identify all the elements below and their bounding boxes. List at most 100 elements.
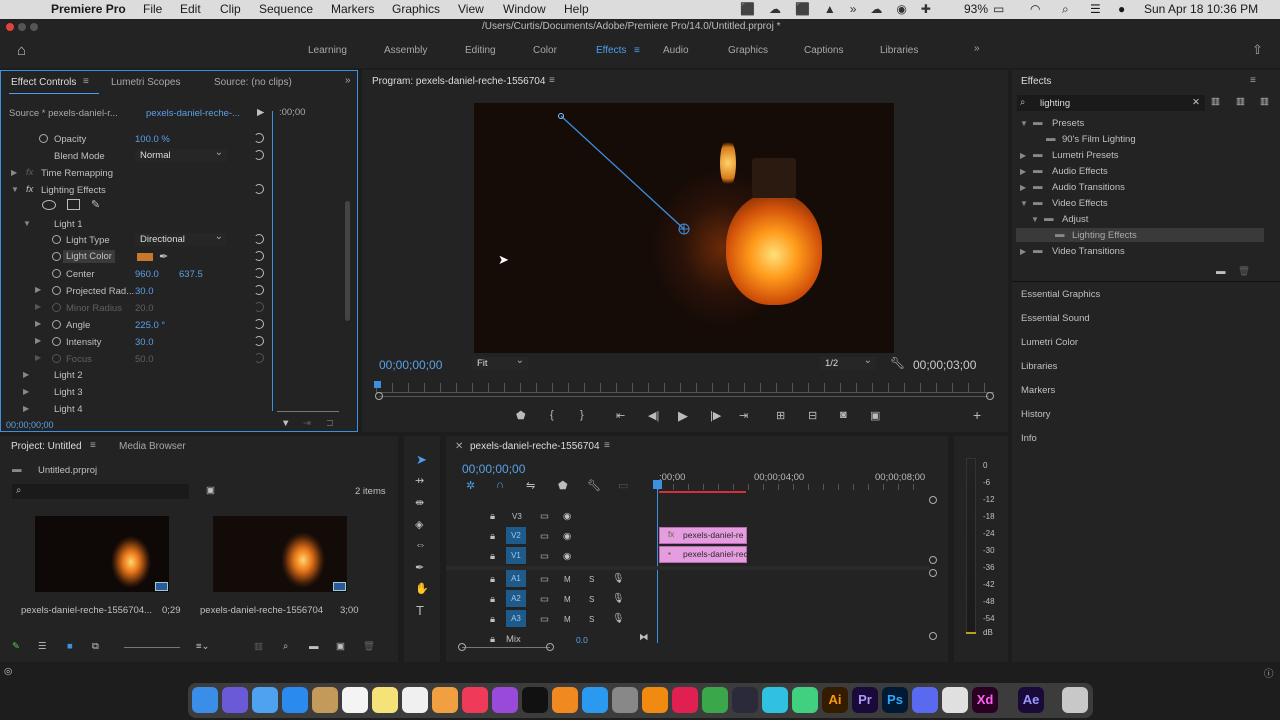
project-search-box[interactable]: ⌕ xyxy=(12,484,189,499)
export-frame-icon[interactable]: ◙ xyxy=(840,409,847,421)
solo-button[interactable]: S xyxy=(589,615,594,624)
app-icon[interactable] xyxy=(762,687,788,713)
panel-lumetri-color[interactable]: Lumetri Color xyxy=(1021,337,1078,348)
effects-title[interactable]: Effects xyxy=(1021,76,1051,87)
premiere-pro-icon[interactable]: Pr xyxy=(852,687,878,713)
panel-menu-icon[interactable]: ≡ xyxy=(604,440,610,451)
expand-arrow-icon[interactable]: ▶ xyxy=(23,370,29,379)
tv-icon[interactable] xyxy=(522,687,548,713)
panel-info[interactable]: Info xyxy=(1021,433,1037,444)
panel-menu-icon[interactable]: ≡ xyxy=(1250,75,1256,86)
scrollbar[interactable] xyxy=(345,201,350,321)
step-back-icon[interactable]: ◀| xyxy=(648,409,659,422)
tab-project[interactable]: Project: Untitled xyxy=(11,441,82,452)
expand-arrow-icon[interactable]: ▶ xyxy=(35,336,41,345)
info-icon[interactable]: ⓘ xyxy=(1264,666,1274,680)
light-type-dropdown[interactable]: Directional xyxy=(135,230,227,246)
reset-icon[interactable] xyxy=(254,285,264,295)
tree-video-transitions[interactable]: Video Transitions xyxy=(1052,246,1125,257)
expand-arrow-icon[interactable]: ▶ xyxy=(35,319,41,328)
center-y-value[interactable]: 637.5 xyxy=(179,269,203,280)
new-bin-icon[interactable]: ▬ xyxy=(1216,266,1226,277)
safari-icon[interactable] xyxy=(282,687,308,713)
workspace-effects[interactable]: Effects xyxy=(596,45,626,56)
workspace-captions[interactable]: Captions xyxy=(804,45,843,56)
stopwatch-icon[interactable] xyxy=(52,269,61,278)
mute-button[interactable]: M xyxy=(564,595,571,604)
photos-icon[interactable] xyxy=(432,687,458,713)
toggle-sync-icon[interactable]: ▭ xyxy=(540,574,549,585)
stopwatch-icon[interactable] xyxy=(52,337,61,346)
vertical-scroll-handle[interactable] xyxy=(929,556,937,564)
menu-graphics[interactable]: Graphics xyxy=(392,2,440,16)
reminders-icon[interactable] xyxy=(402,687,428,713)
scroll-handle-right[interactable] xyxy=(986,392,994,400)
toggle-sync-icon[interactable]: ▭ xyxy=(540,511,549,522)
workspace-assembly[interactable]: Assembly xyxy=(384,45,427,56)
lock-icon[interactable]: 🔒︎ xyxy=(490,594,495,605)
contacts-icon[interactable] xyxy=(312,687,338,713)
vertical-scroll-handle[interactable] xyxy=(929,632,937,640)
share-icon[interactable]: ⇧ xyxy=(1252,42,1263,58)
search-input[interactable]: lighting xyxy=(1040,98,1070,109)
wifi-icon[interactable]: ◠ xyxy=(1030,2,1040,16)
angle-value[interactable]: 225.0 ° xyxy=(135,320,165,331)
system-preferences-icon[interactable] xyxy=(612,687,638,713)
panel-essential-graphics[interactable]: Essential Graphics xyxy=(1021,289,1100,300)
ec-timecode[interactable]: 00;00;00;00 xyxy=(6,420,54,430)
toggle-sync-icon[interactable]: ▭ xyxy=(540,551,549,562)
siri-icon[interactable]: ● xyxy=(1118,2,1125,16)
ellipse-mask-icon[interactable] xyxy=(42,200,56,210)
clip-v2[interactable]: fx pexels-daniel-re xyxy=(659,527,747,544)
vlc-icon[interactable] xyxy=(642,687,668,713)
nest-icon[interactable]: ✲ xyxy=(466,479,475,492)
expand-arrow-icon[interactable]: ▶ xyxy=(1020,247,1026,256)
extract-icon[interactable]: ⊟ xyxy=(808,409,817,422)
clear-search-icon[interactable]: ✕ xyxy=(1192,97,1200,108)
settings-wrench-icon[interactable]: 🔧︎ xyxy=(587,479,601,492)
minimize-button[interactable] xyxy=(18,23,26,31)
expand-arrow-icon[interactable]: ▶ xyxy=(35,285,41,294)
mark-out-icon[interactable]: } xyxy=(580,409,584,421)
thumbnail-size-slider[interactable] xyxy=(124,647,180,648)
reset-icon[interactable] xyxy=(254,184,264,194)
eye-icon[interactable]: ◉ xyxy=(563,531,571,542)
step-forward-icon[interactable]: |▶ xyxy=(710,409,721,422)
opacity-value[interactable]: 100.0 % xyxy=(135,134,170,145)
add-button-icon[interactable]: + xyxy=(973,407,981,423)
mark-in-icon[interactable]: { xyxy=(550,409,554,421)
track-a3[interactable]: A3 xyxy=(506,610,526,627)
app-icon[interactable] xyxy=(942,687,968,713)
intensity-value[interactable]: 30.0 xyxy=(135,337,154,348)
siri-icon[interactable] xyxy=(222,687,248,713)
app-store-icon[interactable] xyxy=(582,687,608,713)
find-icon[interactable]: ⌕ xyxy=(283,641,288,652)
program-timecode-left[interactable]: 00;00;00;00 xyxy=(379,358,442,372)
close-sequence-icon[interactable]: ✕ xyxy=(455,441,463,452)
battery-percent[interactable]: 93% xyxy=(964,2,988,16)
tab-lumetri-scopes[interactable]: Lumetri Scopes xyxy=(111,77,180,88)
pen-mask-icon[interactable]: ✎ xyxy=(91,198,100,211)
comparison-view-icon[interactable]: ▣ xyxy=(870,409,880,422)
filter-icon[interactable]: ▼ xyxy=(281,418,290,429)
background-tasks-icon[interactable]: ◎ xyxy=(4,666,12,677)
eye-icon[interactable]: ◉ xyxy=(563,511,571,522)
selection-tool-icon[interactable]: ➤ xyxy=(416,452,427,468)
item-2-name[interactable]: pexels-daniel-reche-1556704 xyxy=(200,605,323,616)
photoshop-icon[interactable]: Ps xyxy=(882,687,908,713)
collapse-arrow-icon[interactable]: ▼ xyxy=(23,219,31,228)
expand-arrow-icon[interactable]: ▶ xyxy=(1020,151,1026,160)
program-title[interactable]: Program: pexels-daniel-reche-1556704 xyxy=(372,76,545,87)
settings-wrench-icon[interactable]: 🔧︎ xyxy=(890,356,905,370)
workspace-learning[interactable]: Learning xyxy=(308,45,347,56)
expand-arrow-icon[interactable]: ▶ xyxy=(23,404,29,413)
solo-button[interactable]: S xyxy=(589,595,594,604)
projected-radius-value[interactable]: 30.0 xyxy=(135,286,154,297)
lock-icon[interactable]: 🔒︎ xyxy=(490,551,495,562)
app-name[interactable]: Premiere Pro xyxy=(51,2,126,16)
collapse-arrow-icon[interactable]: ▼ xyxy=(1020,199,1028,208)
tree-lumetri-presets[interactable]: Lumetri Presets xyxy=(1052,150,1119,161)
scroll-handle-left[interactable] xyxy=(375,392,383,400)
collapse-arrow-icon[interactable]: ▼ xyxy=(11,185,19,194)
reset-icon[interactable] xyxy=(254,319,264,329)
